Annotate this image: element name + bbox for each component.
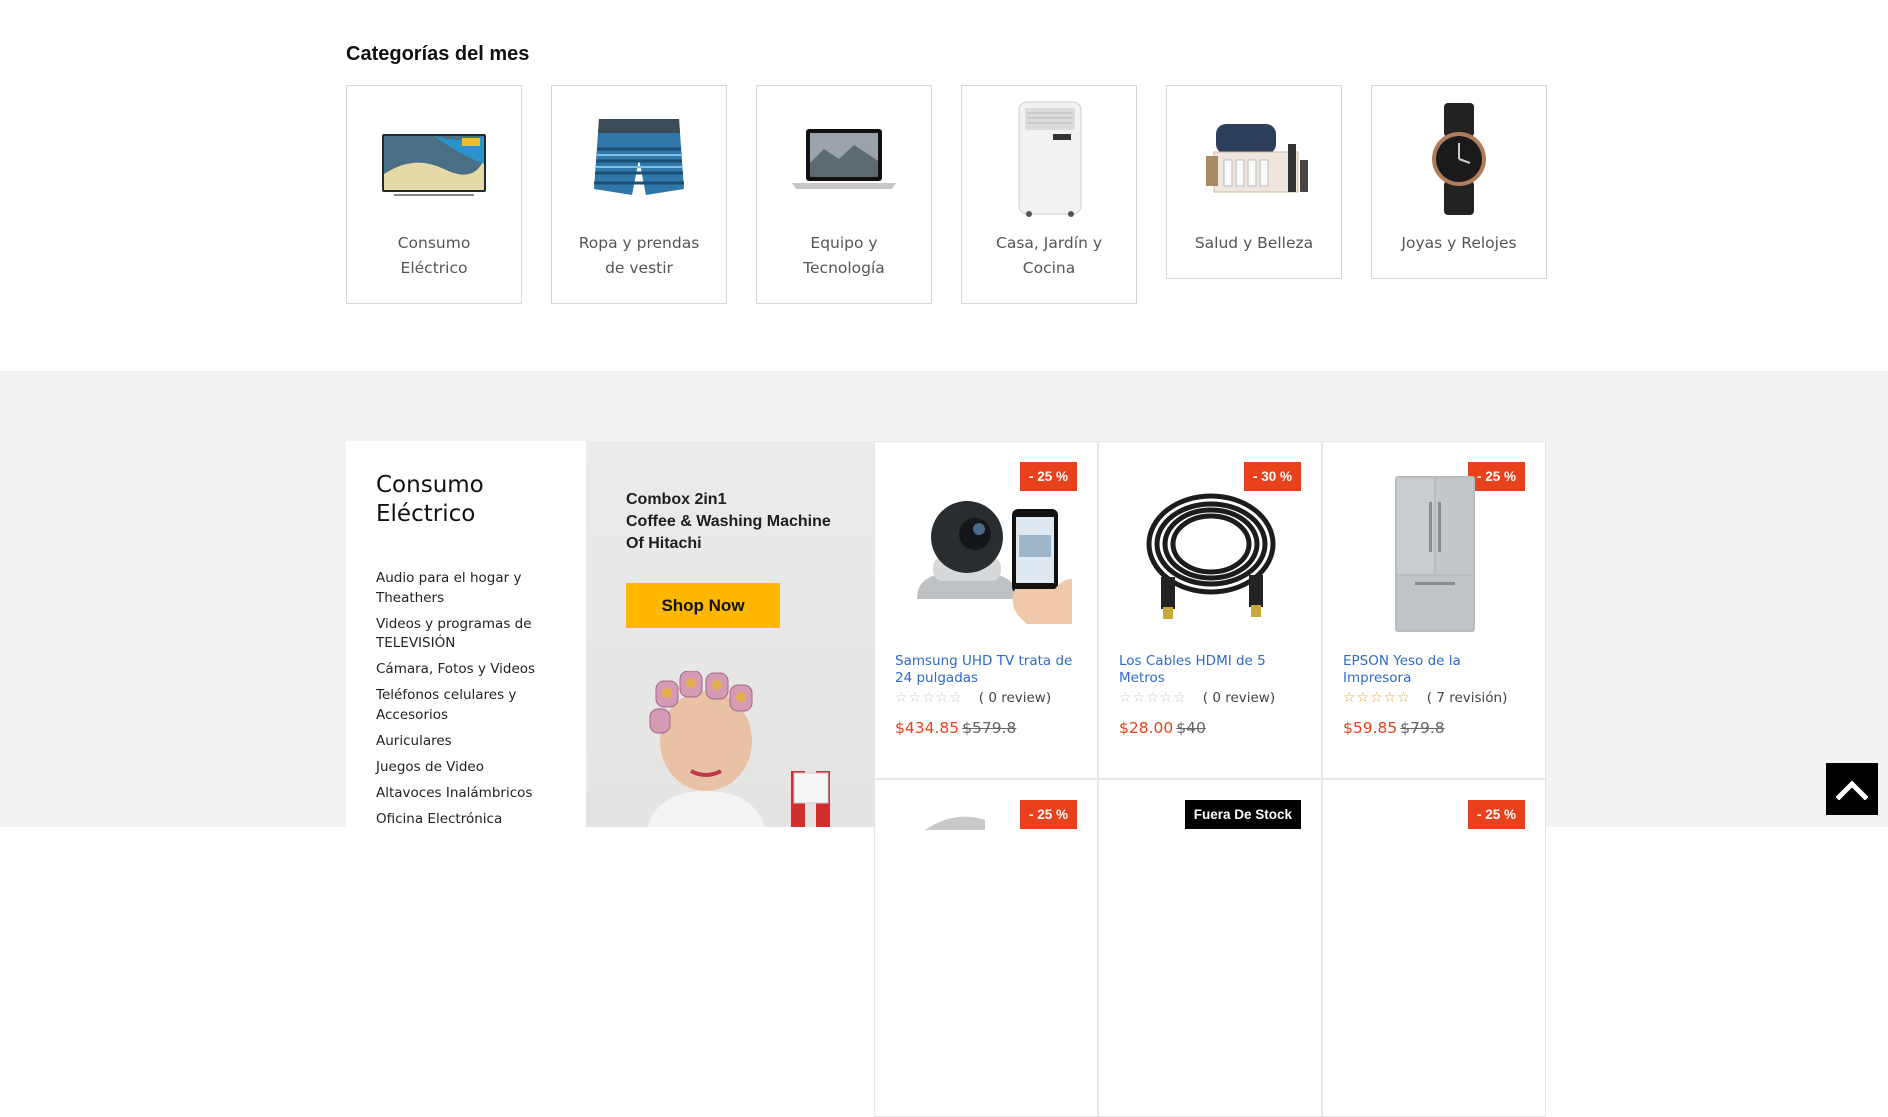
product-rating: ☆☆☆☆☆ ( 0 review) (895, 690, 1052, 706)
sidebar-title: Consumo Eléctrico (376, 472, 484, 527)
category-card-salud[interactable]: Salud y Belleza (1166, 85, 1342, 279)
sidebar-list: Audio para el hogar y Theathers Videos y… (376, 569, 586, 829)
sidebar-item-juegos[interactable]: Juegos de Video (376, 758, 546, 778)
product-card[interactable]: - 25 % Samsung UHD TV trata de 24 pulgad… (874, 441, 1098, 779)
discount-badge: - 25 % (1019, 800, 1077, 829)
air-conditioner-image (962, 86, 1136, 231)
categories-section: Categorías del mes Consumo Eléctrico Rop… (0, 0, 1888, 371)
categories-title: Categorías del mes (346, 43, 530, 65)
chevron-up-icon (1836, 780, 1868, 800)
ip-camera-image[interactable] (895, 464, 1079, 644)
product-card[interactable]: - 25 % (1322, 779, 1546, 1117)
sidebar-item-auriculares[interactable]: Auriculares (376, 732, 546, 752)
sidebar-item-oficina[interactable]: Oficina Electrónica (376, 810, 546, 830)
swim-shorts-image (552, 86, 726, 231)
out-of-stock-badge: Fuera De Stock (1184, 800, 1301, 829)
product-rating: ☆☆☆☆☆ ( 0 review) (1119, 690, 1276, 706)
product-card[interactable]: Fuera De Stock (1098, 779, 1322, 1117)
category-card-equipo[interactable]: Equipo y Tecnología (756, 85, 932, 304)
sidebar-item-altavoces[interactable]: Altavoces Inalámbricos (376, 784, 546, 804)
tv-image (347, 86, 521, 231)
rating-stars-icon: ☆☆☆☆☆ (1119, 690, 1187, 706)
product-grid: - 25 % Samsung UHD TV trata de 24 pulgad… (874, 441, 1546, 1117)
beauty-kit-image (1167, 86, 1341, 231)
category-card-ropa[interactable]: Ropa y prendas de vestir (551, 85, 727, 304)
product-price: $59.85 $79.8 (1343, 719, 1445, 737)
product-card[interactable]: - 25 % EPSON Yeso de la Impresora ☆☆☆☆☆ … (1322, 441, 1546, 779)
laptop-image (757, 86, 931, 231)
rating-stars-icon: ☆☆☆☆☆ (895, 690, 963, 706)
product-price: $434.85 $579.8 (895, 719, 1017, 737)
sidebar-item-videos[interactable]: Videos y programas de TELEVISIÓN (376, 615, 546, 654)
product-name-link[interactable]: Samsung UHD TV trata de 24 pulgadas (895, 653, 1079, 687)
scroll-to-top-button[interactable] (1826, 763, 1878, 815)
shop-now-button[interactable]: Shop Now (626, 583, 780, 628)
sidebar-item-telefonos[interactable]: Teléfonos celulares y Accesorios (376, 686, 546, 725)
sidebar-item-audio[interactable]: Audio para el hogar y Theathers (376, 569, 546, 608)
product-name-link[interactable]: EPSON Yeso de la Impresora (1343, 653, 1527, 687)
product-image (925, 816, 985, 830)
category-card-joyas[interactable]: Joyas y Relojes (1371, 85, 1547, 279)
rating-stars-icon: ☆☆☆☆☆ (1343, 690, 1411, 706)
product-price: $28.00 $40 (1119, 719, 1206, 737)
category-card-consumo-electrico[interactable]: Consumo Eléctrico (346, 85, 522, 304)
hdmi-cable-image[interactable] (1119, 464, 1303, 644)
fridge-image[interactable] (1343, 464, 1527, 644)
category-sidebar: Consumo Eléctrico Audio para el hogar y … (346, 441, 586, 827)
sidebar-item-camara[interactable]: Cámara, Fotos y Videos (376, 660, 546, 680)
product-rating: ☆☆☆☆☆ ( 7 revisión) (1343, 690, 1508, 706)
discount-badge: - 25 % (1467, 800, 1525, 829)
woman-with-curlers-image (647, 671, 830, 827)
product-name-link[interactable]: Los Cables HDMI de 5 Metros (1119, 653, 1303, 687)
category-card-casa[interactable]: Casa, Jardín y Cocina (961, 85, 1137, 304)
banner-headline: Combox 2in1 Coffee & Washing Machine Of … (626, 491, 831, 552)
watch-image (1372, 86, 1546, 231)
product-card[interactable]: - 25 % (874, 779, 1098, 1117)
product-card[interactable]: - 30 % Los Cables HDMI de 5 Metros ☆☆☆☆☆… (1098, 441, 1322, 779)
promo-banner[interactable]: Combox 2in1 Coffee & Washing Machine Of … (586, 441, 874, 827)
